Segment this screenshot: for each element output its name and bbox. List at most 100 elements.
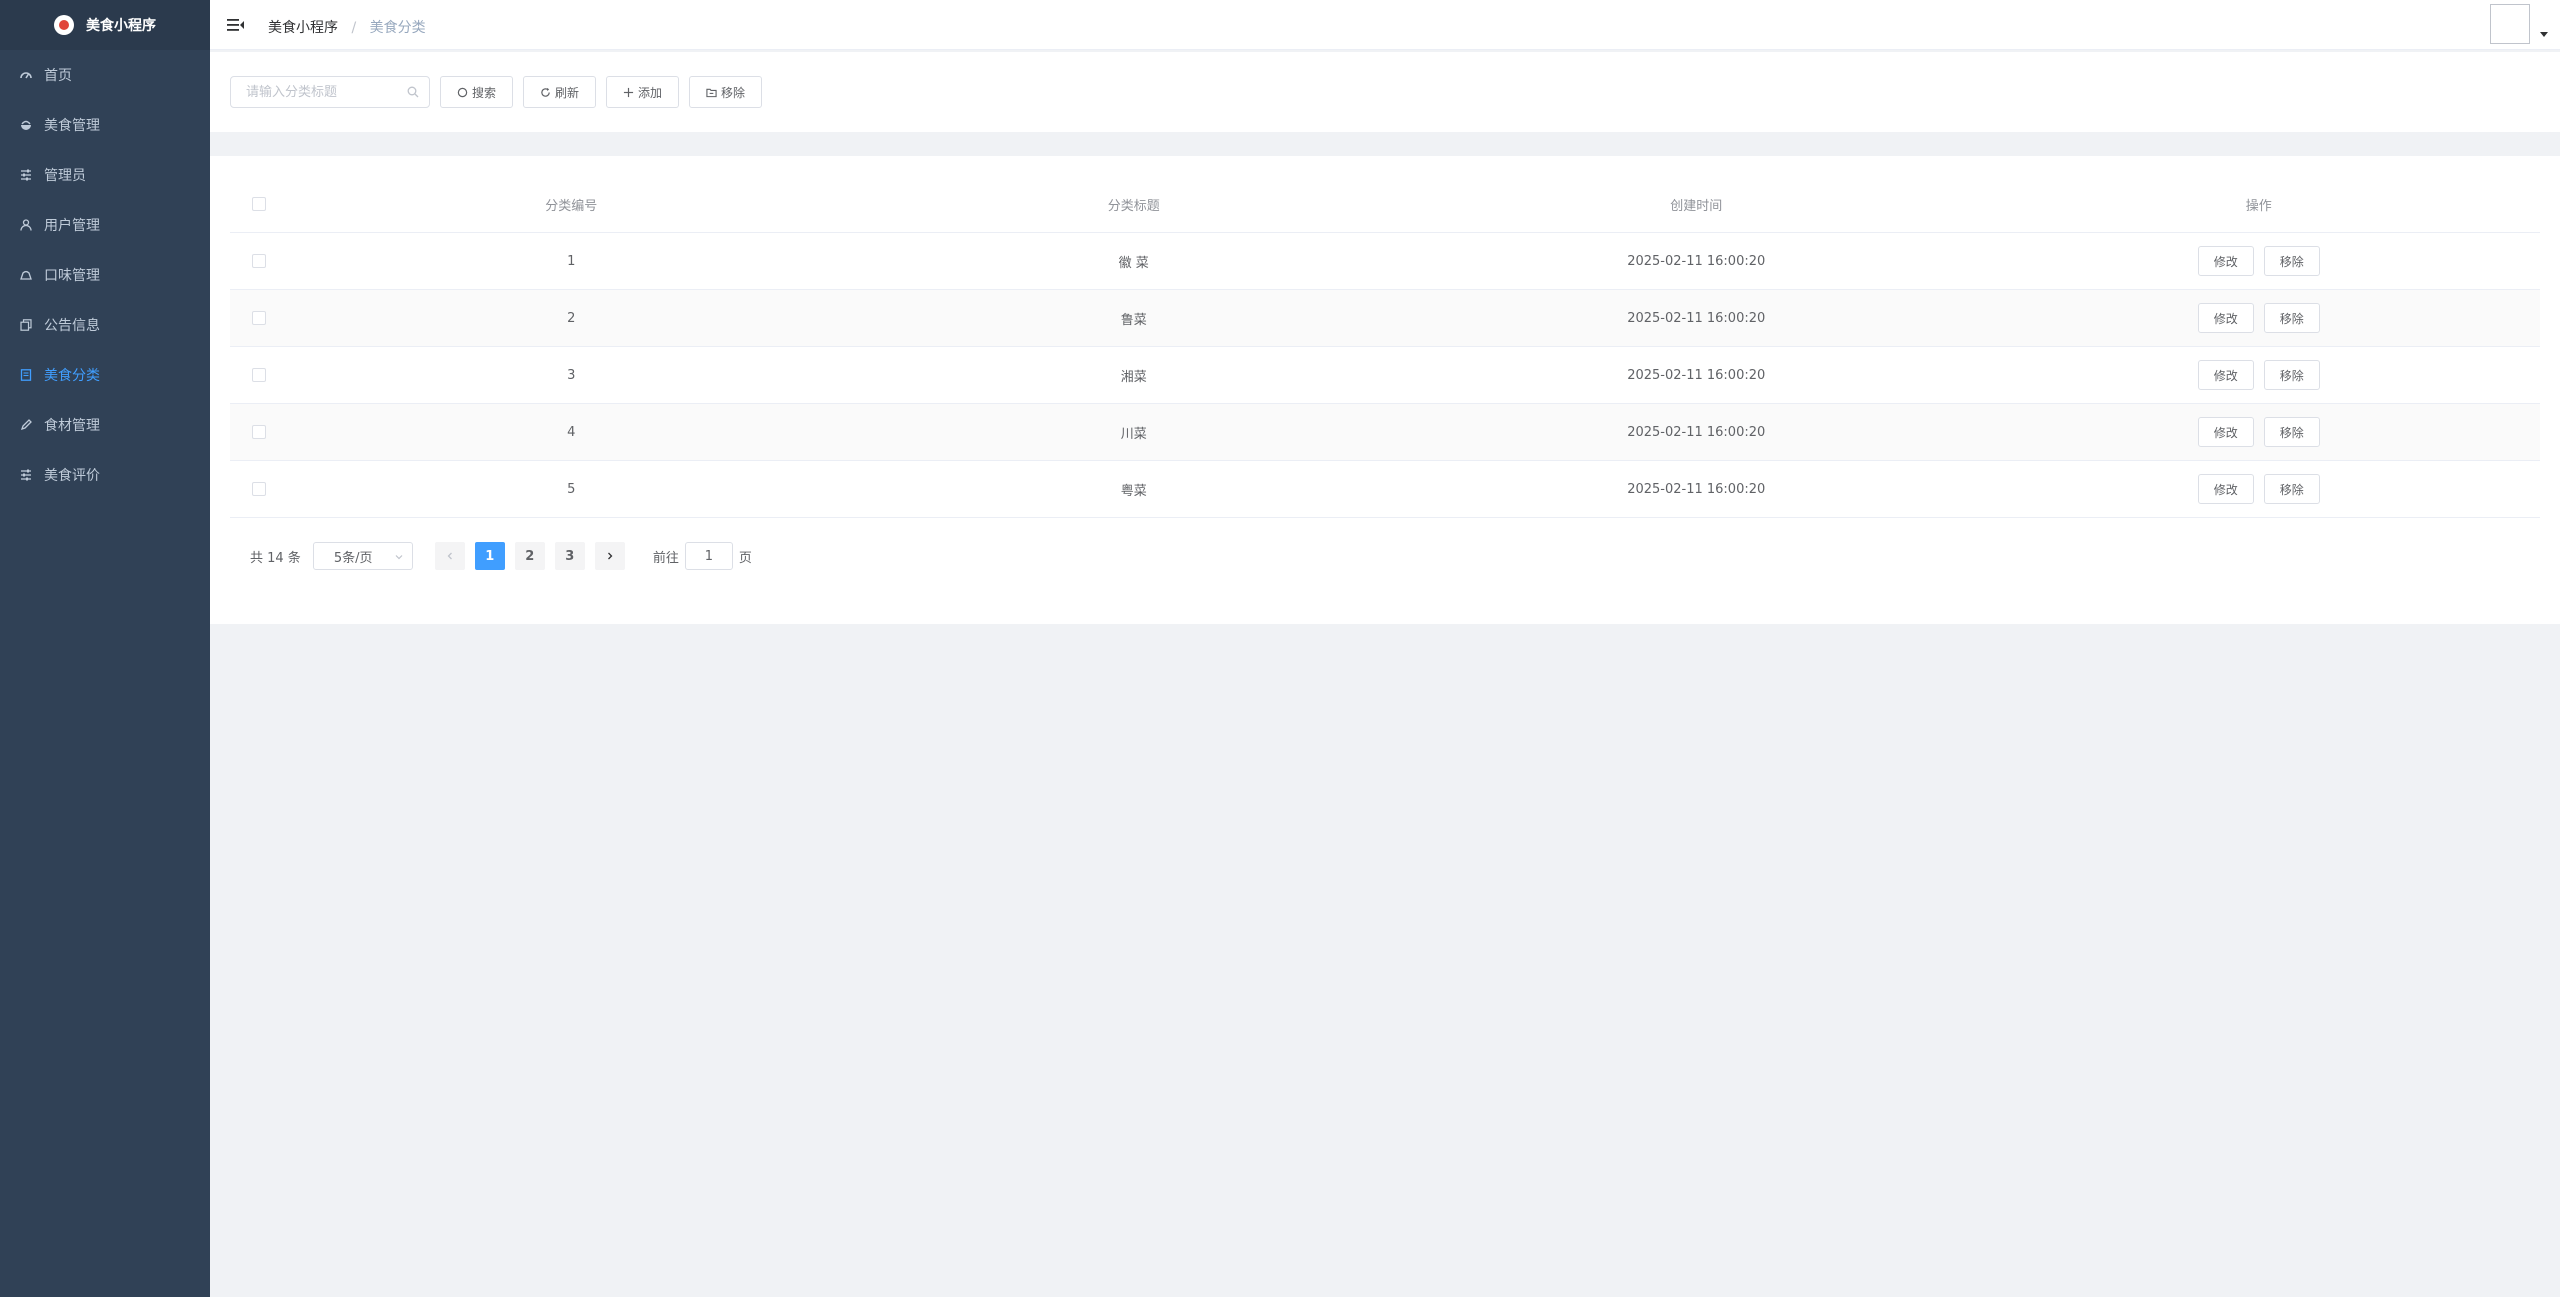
row-title: 鲁菜 [1120, 312, 1147, 328]
row-checkbox[interactable] [252, 482, 266, 496]
edit-button[interactable]: 修改 [2197, 360, 2254, 390]
row-created: 2025-02-11 16:00:20 [1627, 481, 1766, 497]
sliders-icon [20, 169, 32, 181]
row-check-cell [230, 311, 290, 325]
breadcrumb-separator: / [351, 20, 357, 36]
next-page-button[interactable] [594, 542, 625, 570]
sidebar-item-review[interactable]: 美食评价 [0, 450, 210, 500]
row-checkbox[interactable] [252, 254, 266, 268]
goto-prefix: 前往 [652, 550, 679, 566]
sidebar-item-ingredient[interactable]: 食材管理 [0, 400, 210, 450]
page-button-1[interactable]: 1 [474, 542, 505, 570]
logo-icon [54, 15, 74, 35]
row-title: 川菜 [1120, 426, 1147, 442]
select-all-checkbox[interactable] [252, 197, 266, 211]
sidebar-item-label: 美食分类 [44, 368, 100, 384]
table-row: 3 湘菜 2025-02-11 16:00:20 修改 移除 [230, 347, 2540, 404]
row-id: 1 [567, 253, 576, 269]
row-id: 3 [567, 367, 576, 383]
page-button-2[interactable]: 2 [514, 542, 545, 570]
row-actions-group: 修改 移除 [1978, 474, 2541, 504]
row-actions: 修改 移除 [1978, 417, 2541, 447]
food-icon [20, 119, 32, 131]
page-size-select[interactable]: 5条/页 [312, 542, 413, 570]
page-button-3[interactable]: 3 [554, 542, 585, 570]
sidebar-item-label: 食材管理 [44, 418, 100, 434]
refresh-button[interactable]: 刷新 [523, 76, 596, 108]
edit-button[interactable]: 修改 [2197, 246, 2254, 276]
sidebar-item-notice[interactable]: 公告信息 [0, 300, 210, 350]
row-actions-group: 修改 移除 [1978, 303, 2541, 333]
avatar[interactable] [2490, 4, 2530, 44]
app-title: 美食小程序 [86, 18, 156, 34]
edit-button[interactable]: 修改 [2197, 417, 2254, 447]
refresh-button-label: 刷新 [554, 85, 579, 100]
goto-suffix: 页 [738, 550, 752, 566]
sidebar-menu: 首页 美食管理 管理员 用户管理 口味管理 公告信息 美食分类 食材管理 美食评… [0, 50, 210, 500]
taste-icon [20, 269, 32, 281]
page-jumper: 前往 页 [653, 542, 752, 570]
search-button[interactable]: 搜索 [440, 76, 513, 108]
category-table: 分类编号 分类标题 创建时间 操作 1 徽 菜 2025-02-11 16:00… [230, 176, 2540, 518]
column-header-actions: 操作 [2245, 198, 2272, 214]
chevron-down-icon [394, 551, 404, 561]
copy-icon [20, 319, 32, 331]
edit-button[interactable]: 修改 [2197, 474, 2254, 504]
sidebar-item-label: 首页 [44, 68, 72, 84]
edit-button[interactable]: 修改 [2197, 303, 2254, 333]
pagination: 共 14 条 5条/页 1 2 3 前往 页 [250, 542, 752, 570]
add-button[interactable]: 添加 [606, 76, 679, 108]
sidebar-item-category[interactable]: 美食分类 [0, 350, 210, 400]
breadcrumb-home[interactable]: 美食小程序 [268, 20, 338, 36]
row-checkbox[interactable] [252, 368, 266, 382]
sidebar-item-taste[interactable]: 口味管理 [0, 250, 210, 300]
sidebar-item-users[interactable]: 用户管理 [0, 200, 210, 250]
breadcrumb-current: 美食分类 [369, 20, 426, 36]
dashboard-icon [20, 69, 32, 81]
sidebar-item-label: 公告信息 [44, 318, 100, 334]
filter-toolbar: 搜索 刷新 添加 移除 [210, 52, 2560, 132]
row-checkbox[interactable] [252, 311, 266, 325]
remove-button-label: 移除 [720, 85, 745, 100]
sidebar-item-home[interactable]: 首页 [0, 50, 210, 100]
search-icon[interactable] [407, 86, 419, 98]
goto-page-input[interactable] [684, 542, 733, 570]
user-icon [20, 219, 32, 231]
row-check-cell [230, 425, 290, 439]
row-id: 5 [567, 481, 576, 497]
table-row: 4 川菜 2025-02-11 16:00:20 修改 移除 [230, 404, 2540, 461]
row-title: 徽 菜 [1118, 255, 1149, 271]
remove-button[interactable]: 移除 [689, 76, 762, 108]
app-logo[interactable]: 美食小程序 [0, 0, 210, 50]
row-checkbox[interactable] [252, 425, 266, 439]
table-row: 2 鲁菜 2025-02-11 16:00:20 修改 移除 [230, 290, 2540, 347]
delete-button[interactable]: 移除 [2263, 360, 2320, 390]
menu-toggle-icon[interactable] [226, 15, 246, 35]
row-actions: 修改 移除 [1978, 303, 2541, 333]
sidebar-item-label: 用户管理 [44, 218, 100, 234]
row-actions: 修改 移除 [1978, 360, 2541, 390]
delete-button[interactable]: 移除 [2263, 246, 2320, 276]
sidebar-item-label: 美食管理 [44, 118, 100, 134]
column-header-id: 分类编号 [545, 198, 598, 214]
sidebar: 美食小程序 首页 美食管理 管理员 用户管理 口味管理 公告信息 美食分类 食材… [0, 0, 210, 1297]
chevron-left-icon [447, 552, 452, 560]
delete-button[interactable]: 移除 [2263, 417, 2320, 447]
caret-down-icon[interactable] [2540, 32, 2548, 37]
delete-button[interactable]: 移除 [2263, 474, 2320, 504]
sidebar-item-label: 管理员 [44, 168, 86, 184]
prev-page-button[interactable] [434, 542, 465, 570]
row-actions-group: 修改 移除 [1978, 246, 2541, 276]
sidebar-item-admin[interactable]: 管理员 [0, 150, 210, 200]
row-check-cell [230, 254, 290, 268]
total-count: 共 14 条 [250, 550, 301, 566]
row-created: 2025-02-11 16:00:20 [1627, 367, 1766, 383]
table-header: 分类编号 分类标题 创建时间 操作 [230, 176, 2540, 233]
search-input[interactable] [231, 77, 391, 107]
page-size-value: 5条/页 [333, 550, 373, 566]
table-row: 5 粤菜 2025-02-11 16:00:20 修改 移除 [230, 461, 2540, 518]
row-title: 湘菜 [1120, 369, 1147, 385]
delete-button[interactable]: 移除 [2263, 303, 2320, 333]
sidebar-item-food[interactable]: 美食管理 [0, 100, 210, 150]
row-title: 粤菜 [1120, 483, 1147, 499]
